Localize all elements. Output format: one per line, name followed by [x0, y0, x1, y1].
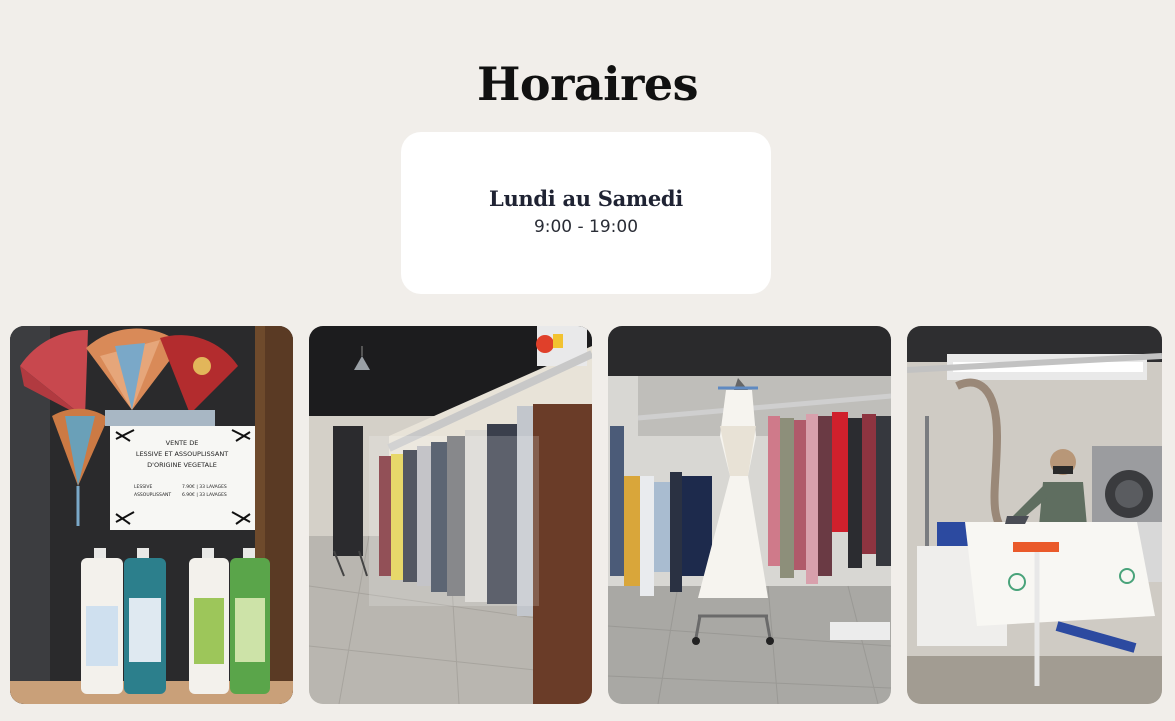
wedding-dress-image: [608, 326, 891, 704]
gallery-photo-ironing[interactable]: [907, 326, 1162, 704]
gallery-photo-conveyor[interactable]: [309, 326, 592, 704]
garment-conveyor-image: [309, 326, 592, 704]
gallery-photo-detergent[interactable]: VENTE DE LESSIVE ET ASSOUPLISSANT D'ORIG…: [10, 326, 293, 704]
detergent-bottle-icon: [230, 548, 270, 694]
detergent-bottle-icon: [189, 548, 229, 694]
opening-days: Lundi au Samedi: [489, 186, 683, 211]
sign-row-1-label: LESSIVE: [134, 484, 152, 490]
sign-row-2-label: ASSOUPLISSANT: [134, 492, 171, 498]
sign-line-3: D'ORIGINE VEGETALE: [147, 461, 217, 469]
hours-section: Horaires Lundi au Samedi 9:00 - 19:00 VE…: [0, 0, 1175, 721]
sign-row-2-value: 6.90€ | 33 LAVAGES: [182, 492, 227, 498]
sign-line-1: VENTE DE: [166, 439, 199, 447]
section-title: Horaires: [476, 57, 699, 111]
ironing-image: [907, 326, 1162, 704]
photo-gallery: VENTE DE LESSIVE ET ASSOUPLISSANT D'ORIG…: [0, 326, 1175, 704]
detergent-bottle-icon: [124, 548, 166, 694]
detergent-display-image: VENTE DE LESSIVE ET ASSOUPLISSANT D'ORIG…: [10, 326, 293, 704]
opening-hours: 9:00 - 19:00: [533, 217, 639, 237]
detergent-bottle-icon: [81, 548, 123, 694]
hours-card: Lundi au Samedi 9:00 - 19:00: [401, 132, 771, 294]
sign-row-1-value: 7.90€ | 33 LAVAGES: [182, 484, 227, 490]
gallery-photo-dress[interactable]: [608, 326, 891, 704]
sign-line-2: LESSIVE ET ASSOUPLISSANT: [136, 450, 228, 458]
